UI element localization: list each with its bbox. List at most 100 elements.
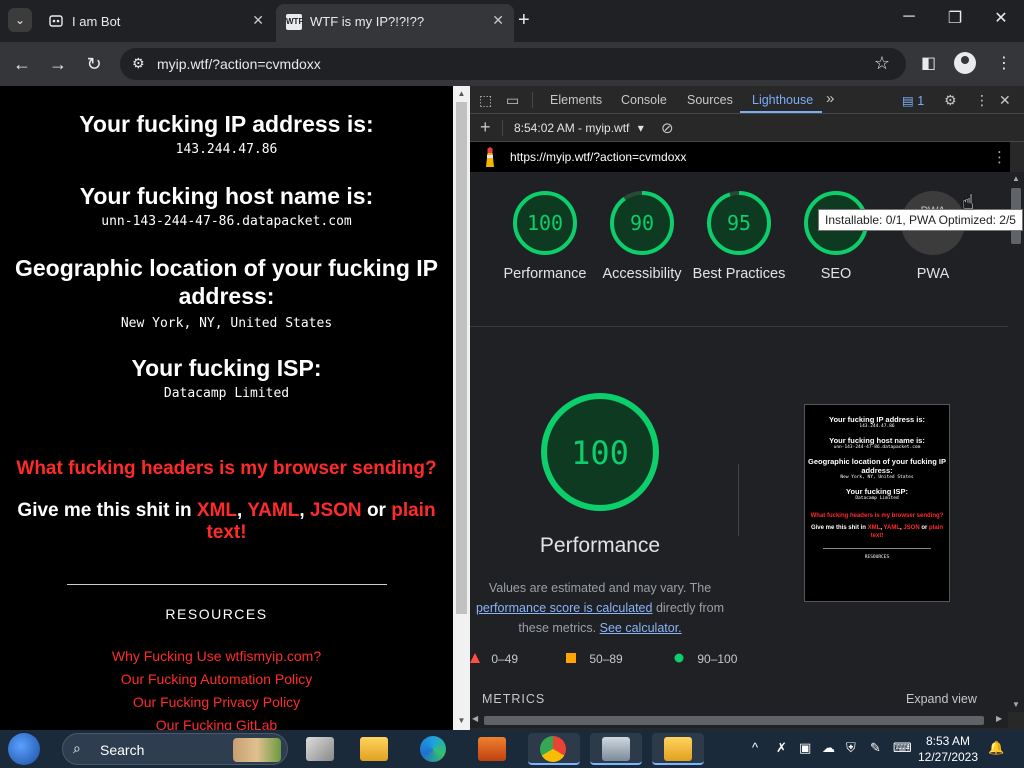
- inspect-element-icon[interactable]: ⬚: [479, 92, 492, 109]
- settings-gear-icon[interactable]: ⚙: [944, 92, 957, 109]
- score-calculated-link[interactable]: performance score is calculated: [476, 601, 652, 615]
- page-scrollbar[interactable]: ▲ ▼: [453, 86, 470, 730]
- thumb-text: 143.244.47.86: [859, 424, 895, 429]
- security-icon[interactable]: ⛨: [846, 740, 856, 756]
- media-app[interactable]: [466, 733, 518, 765]
- url-text[interactable]: myip.wtf/?action=cvmdoxx: [157, 56, 321, 72]
- devtools-close-icon[interactable]: ✕: [999, 92, 1011, 109]
- report-vertical-scrollbar[interactable]: ▲ ▼: [1008, 172, 1024, 712]
- page-scrollbar-thumb[interactable]: [456, 102, 467, 614]
- tab-i-am-bot[interactable]: I am Bot ✕: [38, 6, 274, 38]
- pen-icon[interactable]: ✎: [870, 740, 881, 756]
- issues-counter[interactable]: ▤ 1: [902, 93, 924, 108]
- edge-app[interactable]: [408, 733, 460, 765]
- resource-link[interactable]: Our Fucking Automation Policy: [0, 671, 433, 687]
- svg-text:90: 90: [630, 211, 654, 235]
- task-view-app[interactable]: [294, 733, 346, 765]
- clock-date: 12/27/2023: [917, 750, 979, 764]
- scroll-up-icon[interactable]: ▲: [453, 89, 470, 98]
- lighthouse-url-bar: https://myip.wtf/?action=cvmdoxx ⋮: [470, 142, 1010, 172]
- restore-button[interactable]: ❐: [932, 8, 978, 28]
- resource-link[interactable]: Our Fucking Privacy Policy: [0, 694, 433, 710]
- scroll-down-icon[interactable]: ▼: [453, 716, 470, 725]
- page-divider: [67, 584, 387, 585]
- scroll-down-icon[interactable]: ▼: [1012, 700, 1020, 709]
- xml-link[interactable]: XML: [197, 500, 237, 521]
- tab-wtf-is-my-ip[interactable]: WTF WTF is my IP?!?!?? ✕: [276, 4, 514, 42]
- bookmark-star-icon[interactable]: ☆: [874, 53, 890, 74]
- resource-link[interactable]: Our Fucking GitLab: [0, 717, 433, 730]
- thumb-text: Your fucking ISP:: [846, 487, 908, 496]
- tab-search-button[interactable]: ⌄: [8, 8, 32, 32]
- gauge-label: Best Practices: [692, 266, 786, 282]
- file-explorer-app[interactable]: [348, 733, 400, 765]
- back-button[interactable]: ←: [9, 51, 35, 77]
- gauge-best-practices[interactable]: 95 Best Practices: [689, 190, 789, 284]
- thumb-text: What fucking headers is my browser sendi…: [810, 513, 944, 519]
- scrollbar-thumb[interactable]: [484, 716, 984, 725]
- address-bar[interactable]: ⚙ myip.wtf/?action=cvmdoxx ☆: [120, 48, 906, 80]
- clear-reports-icon[interactable]: ⊘: [661, 119, 674, 137]
- site-info-icon[interactable]: ⚙: [132, 55, 145, 72]
- start-button[interactable]: [8, 733, 40, 765]
- tray-overflow-icon[interactable]: ^: [752, 740, 758, 755]
- reload-button[interactable]: ↻: [81, 51, 107, 77]
- clock-time: 8:53 AM: [925, 734, 971, 748]
- triangle-icon: [470, 653, 480, 663]
- chrome-app[interactable]: [528, 733, 580, 765]
- forward-button[interactable]: →: [45, 51, 71, 77]
- scroll-right-icon[interactable]: ▶: [996, 714, 1002, 723]
- remote-desktop-app[interactable]: [590, 733, 642, 765]
- headers-link[interactable]: What fucking headers is my browser sendi…: [16, 458, 436, 479]
- devtools-menu-icon[interactable]: ⋮: [975, 92, 989, 109]
- json-link[interactable]: JSON: [310, 500, 362, 521]
- scroll-left-icon[interactable]: ◀: [472, 714, 478, 723]
- more-tabs-icon[interactable]: »: [826, 90, 834, 107]
- legend-fail: 0–49: [470, 652, 518, 666]
- final-screenshot-thumbnail[interactable]: Your fucking IP address is: 143.244.47.8…: [804, 404, 950, 602]
- gauge-label: Accessibility: [602, 266, 682, 282]
- system-clock[interactable]: 8:53 AM 12/27/2023: [914, 733, 982, 765]
- report-horizontal-scrollbar[interactable]: ◀ ▶: [470, 712, 1008, 728]
- profile-avatar[interactable]: [954, 52, 976, 74]
- browser-menu-icon[interactable]: ⋮: [996, 53, 1012, 73]
- report-selector[interactable]: 8:54:02 AM - myip.wtf ▾: [514, 121, 644, 135]
- side-panel-icon[interactable]: ◧: [921, 53, 936, 73]
- tab-title: I am Bot: [72, 14, 121, 29]
- display-icon[interactable]: ▣: [799, 740, 811, 756]
- taskbar-search[interactable]: ⌕ Search: [62, 733, 288, 765]
- folder-app[interactable]: [652, 733, 704, 765]
- tab-lighthouse[interactable]: Lighthouse: [752, 93, 813, 107]
- or-text: or: [366, 500, 386, 521]
- scroll-up-icon[interactable]: ▲: [1012, 174, 1020, 183]
- issues-count: 1: [917, 94, 925, 108]
- lighthouse-report: 100 Performance 90 Accessibility 95 Best…: [470, 172, 1008, 712]
- tab-console[interactable]: Console: [621, 93, 667, 107]
- gauge-seo[interactable]: 100 SEO: [786, 190, 886, 284]
- wtf-favicon-icon: WTF: [286, 14, 303, 30]
- tab-elements[interactable]: Elements: [550, 93, 602, 107]
- notification-bell-icon[interactable]: 🔔: [988, 740, 1004, 756]
- gauge-performance[interactable]: 100 Performance: [495, 190, 595, 284]
- audited-url: https://myip.wtf/?action=cvmdoxx: [510, 150, 687, 164]
- tab-close-icon[interactable]: ✕: [492, 12, 504, 29]
- minimize-button[interactable]: ─: [886, 8, 932, 26]
- tab-sources[interactable]: Sources: [687, 93, 733, 107]
- window-close-button[interactable]: ✕: [978, 8, 1024, 28]
- cloud-offline-icon[interactable]: ☁: [822, 740, 835, 756]
- svg-text:95: 95: [727, 211, 751, 235]
- report-selector-label: 8:54:02 AM - myip.wtf: [514, 121, 630, 135]
- gauge-label: SEO: [820, 266, 852, 282]
- expand-view-toggle[interactable]: Expand view: [906, 692, 977, 706]
- gauge-accessibility[interactable]: 90 Accessibility: [592, 190, 692, 284]
- new-tab-button[interactable]: +: [518, 10, 530, 30]
- mic-muted-icon[interactable]: ✗: [776, 740, 787, 756]
- device-toolbar-icon[interactable]: ▭: [506, 92, 519, 109]
- see-calculator-link[interactable]: See calculator.: [600, 621, 682, 635]
- report-menu-icon[interactable]: ⋮: [992, 148, 1007, 166]
- new-report-button[interactable]: +: [480, 117, 491, 138]
- yaml-link[interactable]: YAML: [247, 500, 299, 521]
- resource-link[interactable]: Why Fucking Use wtfismyip.com?: [0, 648, 433, 664]
- tab-close-icon[interactable]: ✕: [252, 12, 264, 29]
- keyboard-icon[interactable]: ⌨: [893, 740, 912, 756]
